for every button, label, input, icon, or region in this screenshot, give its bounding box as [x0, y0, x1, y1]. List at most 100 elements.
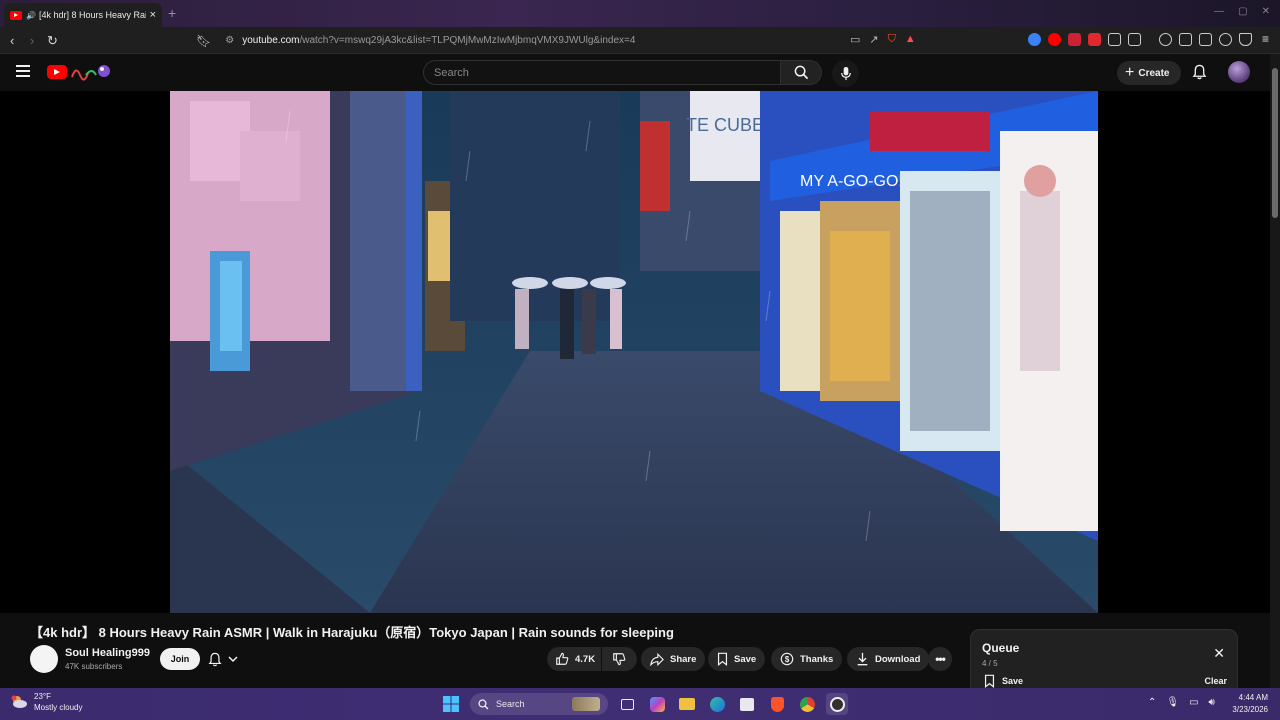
bell-icon	[208, 652, 222, 666]
thanks-icon: $	[780, 652, 794, 666]
leo-ai-icon[interactable]	[1219, 33, 1232, 46]
weather-condition: Mostly cloudy	[34, 703, 83, 712]
wallet-icon[interactable]	[1199, 33, 1212, 46]
tab-title: [4k hdr] 8 Hours Heavy Rain	[38, 10, 146, 20]
chevron-down-icon	[228, 656, 238, 663]
video-frame-rainy-street: TE CUBE MY A-GO-GO!	[170, 91, 1098, 613]
download-icon	[856, 652, 869, 666]
channel-avatar[interactable]	[30, 645, 58, 673]
video-player[interactable]: TE CUBE MY A-GO-GO!	[170, 91, 1098, 613]
browser-menu-icon[interactable]: ≡	[1259, 33, 1272, 46]
chrome-icon[interactable]	[796, 693, 818, 715]
search-icon	[794, 65, 808, 80]
share-page-icon[interactable]: ↗	[869, 33, 878, 46]
like-button[interactable]: 4.7K	[547, 647, 601, 671]
extension-red-icon[interactable]	[1068, 33, 1081, 46]
new-tab-button[interactable]: +	[168, 5, 176, 21]
forward-icon[interactable]: ›	[30, 33, 34, 48]
queue-close-icon[interactable]: ✕	[1213, 645, 1225, 662]
download-label: Download	[875, 653, 921, 665]
obs-icon[interactable]	[826, 693, 848, 715]
more-icon: •••	[935, 652, 946, 666]
system-tray: ⌃ 🎙︎ ▭ 🔊︎	[1148, 697, 1215, 708]
music-icon[interactable]	[1159, 33, 1172, 46]
channel-name[interactable]: Soul Healing999	[65, 647, 150, 659]
save-button[interactable]: Save	[708, 647, 766, 671]
file-explorer-icon[interactable]	[676, 693, 698, 715]
window-controls: — ▢ ✕	[1214, 6, 1270, 17]
extension-globe-icon[interactable]	[1028, 33, 1041, 46]
cast-icon[interactable]: ▭	[850, 33, 860, 46]
thanks-button[interactable]: $ Thanks	[771, 647, 843, 671]
site-info-icon[interactable]: ⚙︎	[225, 35, 234, 46]
create-label: Create	[1138, 67, 1170, 79]
channel-action-row: Soul Healing999 47K subscribers Join 4.7…	[30, 645, 960, 673]
voice-search-button[interactable]	[832, 60, 859, 87]
notification-toggle-button[interactable]	[208, 648, 250, 670]
search-input[interactable]: Search	[423, 60, 781, 85]
extension-screenshot-icon[interactable]	[1128, 33, 1141, 46]
youtube-logo[interactable]	[47, 63, 110, 81]
brave-shield-icon[interactable]: ⛉	[888, 33, 896, 46]
more-actions-button[interactable]: •••	[928, 647, 952, 671]
download-button[interactable]: Download	[847, 647, 930, 671]
create-button[interactable]: + Create	[1117, 61, 1182, 85]
search-button[interactable]	[780, 60, 822, 85]
youtube-play-icon	[47, 65, 67, 79]
queue-save-button[interactable]: Save	[984, 674, 1023, 688]
scrollbar-thumb[interactable]	[1272, 68, 1278, 218]
dislike-button[interactable]	[602, 647, 637, 671]
url-host: youtube.com	[242, 35, 300, 46]
copilot-icon[interactable]	[646, 693, 668, 715]
tray-volume-icon[interactable]: 🔊︎	[1209, 697, 1215, 708]
search-highlight-icon	[572, 697, 600, 711]
account-avatar[interactable]	[1228, 61, 1250, 83]
window-close-icon[interactable]: ✕	[1262, 6, 1270, 17]
weather-temperature: 23°F	[34, 692, 51, 701]
queue-panel: Queue 4 / 5 ✕ Save Clear	[970, 629, 1238, 691]
tab-close-icon[interactable]: ×	[150, 9, 156, 21]
store-icon[interactable]	[736, 693, 758, 715]
cloud-weather-icon	[11, 695, 27, 708]
extension-yt-icon[interactable]	[1088, 33, 1101, 46]
url-field[interactable]: 🔖︎ ⚙︎ youtube.com /watch?v=mswq29jA3kc&l…	[196, 30, 941, 51]
brave-rewards-icon[interactable]: ▲	[905, 33, 916, 46]
weather-widget[interactable]: 23°F Mostly cloudy	[10, 691, 82, 713]
queue-clear-button[interactable]: Clear	[1204, 676, 1227, 686]
menu-icon[interactable]	[16, 65, 30, 77]
window-maximize-icon[interactable]: ▢	[1238, 6, 1247, 17]
extension-puzzle-icon[interactable]	[1108, 33, 1121, 46]
reload-icon[interactable]: ↻	[47, 33, 58, 49]
bell-icon[interactable]	[1192, 64, 1207, 80]
task-view-icon[interactable]	[616, 693, 638, 715]
share-button[interactable]: Share	[641, 647, 706, 671]
youtube-favicon-icon	[10, 10, 22, 20]
window-minimize-icon[interactable]: —	[1214, 6, 1224, 17]
queue-save-label: Save	[1002, 676, 1024, 686]
browser-tab-active[interactable]: 🔊 [4k hdr] 8 Hours Heavy Rain ×	[4, 3, 162, 27]
extension-youtube-icon[interactable]	[1048, 33, 1061, 46]
taskbar-clock[interactable]: 4:44 AM 3/23/2026	[1224, 692, 1268, 716]
taskbar-search[interactable]: Search	[470, 693, 608, 715]
back-icon[interactable]: ‹	[10, 33, 14, 48]
join-button[interactable]: Join	[160, 648, 200, 670]
tray-mic-icon[interactable]: 🎙︎	[1166, 697, 1179, 708]
bookmark-icon[interactable]: 🔖︎	[196, 34, 211, 48]
tray-chevron-up-icon[interactable]: ⌃	[1148, 697, 1156, 708]
dislike-icon	[612, 652, 626, 666]
brave-icon[interactable]	[766, 693, 788, 715]
vpn-shield-icon[interactable]	[1239, 33, 1252, 46]
thanks-label: Thanks	[800, 653, 834, 665]
youtube-header: Search + Create	[0, 54, 1280, 91]
save-icon	[717, 652, 728, 666]
browser-address-bar: ‹ › ↻ 🔖︎ ⚙︎ youtube.com /watch?v=mswq29j…	[0, 27, 1280, 54]
windows-start-icon[interactable]	[440, 693, 462, 715]
taskbar-search-label: Search	[496, 699, 525, 709]
audio-playing-icon[interactable]: 🔊	[26, 11, 36, 20]
sidebar-icon[interactable]	[1179, 33, 1192, 46]
extension-icons: ≡	[1028, 33, 1272, 46]
tray-network-icon[interactable]: ▭	[1189, 697, 1198, 708]
windows-taskbar: 23°F Mostly cloudy Search ⌃ 🎙︎ ▭ 🔊︎ 4:44…	[0, 688, 1280, 720]
share-icon	[650, 652, 664, 666]
edge-icon[interactable]	[706, 693, 728, 715]
